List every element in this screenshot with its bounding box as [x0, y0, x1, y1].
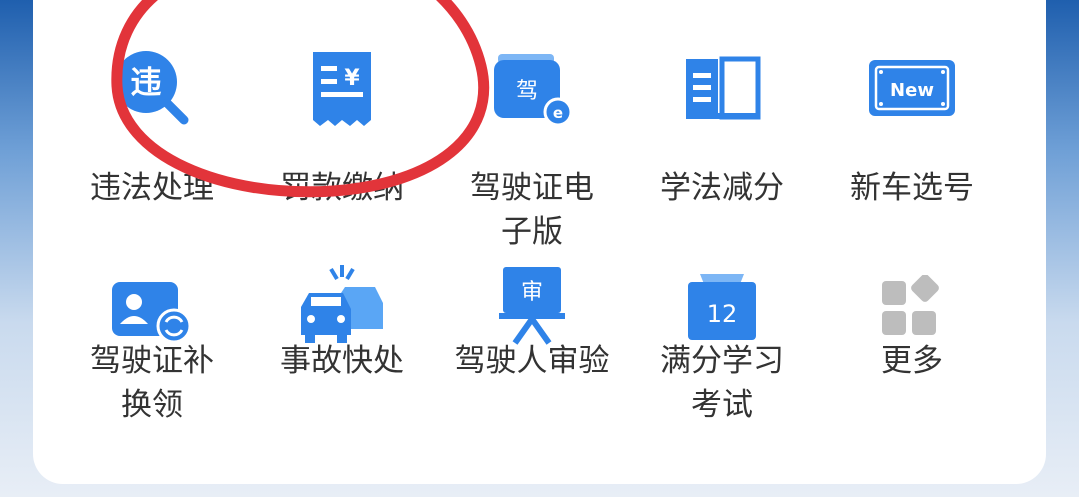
service-violation[interactable]: 违 违法处理 [57, 32, 247, 232]
violation-search-icon: 违 [104, 40, 200, 136]
service-e-license[interactable]: 驾 e 驾驶证电子版 [437, 32, 627, 250]
svg-text:New: New [890, 80, 934, 101]
service-label: 违法处理 [90, 170, 214, 206]
service-label: 新车选号 [850, 170, 974, 206]
svg-text:12: 12 [707, 300, 738, 328]
service-label: 罚款缴纳 [280, 170, 404, 206]
service-license-renew[interactable]: 驾驶证补换领 [57, 265, 247, 465]
services-card: 违 违法处理 ¥ 罚款缴纳 驾 e 驾驶证电子版 学法减分 New 新车选号 驾… [33, 0, 1046, 484]
service-label: 学法减分 [660, 170, 784, 206]
service-label: 满分学习考试 [660, 343, 784, 423]
service-fine-payment[interactable]: ¥ 罚款缴纳 [247, 32, 437, 232]
service-study-points[interactable]: 学法减分 [627, 32, 817, 232]
e-license-icon: 驾 e [484, 40, 580, 136]
service-label: 事故快处 [280, 343, 404, 379]
svg-text:e: e [553, 104, 563, 122]
svg-text:¥: ¥ [344, 66, 360, 91]
service-full-points-exam[interactable]: 12 满分学习考试 [627, 265, 817, 465]
new-plate-icon: New [864, 40, 960, 136]
svg-text:审: 审 [521, 280, 543, 305]
service-label: 驾驶证补换领 [90, 343, 214, 423]
svg-text:违: 违 [131, 65, 162, 101]
service-driver-review[interactable]: 审 驾驶人审验 [437, 265, 627, 465]
service-accident[interactable]: 事故快处 [247, 265, 437, 465]
fine-receipt-icon: ¥ [294, 40, 390, 136]
service-new-plate[interactable]: New 新车选号 [817, 32, 1007, 232]
service-more[interactable]: 更多 [817, 265, 1007, 465]
svg-text:驾: 驾 [516, 79, 538, 104]
service-label: 更多 [881, 343, 943, 379]
book-icon [674, 40, 770, 136]
service-label: 驾驶人审验 [454, 343, 610, 379]
service-label: 驾驶证电子版 [470, 170, 594, 250]
